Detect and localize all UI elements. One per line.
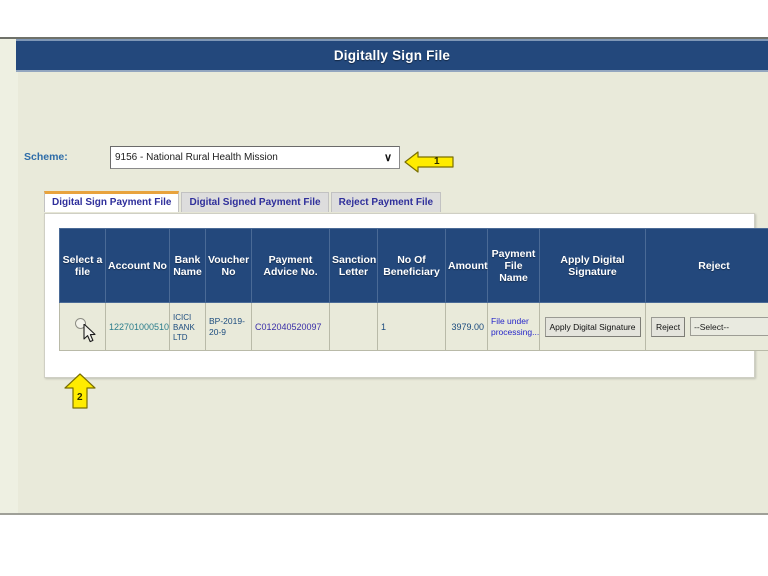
callout-arrow-1: 1 xyxy=(404,150,454,174)
apply-digital-signature-button[interactable]: Apply Digital Signature xyxy=(544,316,641,337)
cell-voucher-no: BP-2019-20-9 xyxy=(205,302,252,351)
tab-label: Digital Sign Payment File xyxy=(52,197,172,208)
column-header-sanction-letter: Sanction Letter xyxy=(329,228,378,303)
callout-number-1: 1 xyxy=(434,156,440,167)
cell-account-no: 122701000510 xyxy=(105,302,170,351)
tab-bar: Digital Sign Payment File Digital Signed… xyxy=(44,191,442,212)
cell-select-a-file[interactable] xyxy=(59,302,106,351)
amount-value: 3979.00 xyxy=(451,321,484,332)
payment-file-table-panel: Select a file Account No Bank Name Vouch… xyxy=(44,213,768,378)
tab-reject-payment-file[interactable]: Reject Payment File xyxy=(330,192,442,212)
account-no-value: 122701000510 xyxy=(109,321,170,332)
cell-payment-file-name[interactable]: File under processing... xyxy=(487,302,540,351)
bank-name-value: ICICI BANK LTD xyxy=(173,312,195,342)
cell-bank-name: ICICI BANK LTD xyxy=(169,302,206,351)
reject-reason-dropdown[interactable]: --Select-- ∨ xyxy=(690,317,768,336)
cell-reject: Reject --Select-- ∨ xyxy=(645,302,768,351)
no-of-beneficiary-value: 1 xyxy=(381,321,387,332)
column-header-reject: Reject xyxy=(645,228,768,303)
cell-apply-digital-signature: Apply Digital Signature xyxy=(539,302,646,351)
cell-sanction-letter xyxy=(329,302,378,351)
screenshot-root: Digitally Sign File Scheme: 9156 - Natio… xyxy=(0,0,768,576)
voucher-no-value: BP-2019-20-9 xyxy=(209,316,245,337)
arrow-left-icon xyxy=(404,151,454,173)
payment-file-name-link[interactable]: File under processing... xyxy=(491,316,539,337)
column-header-bank-name: Bank Name xyxy=(169,228,206,303)
column-header-account-no: Account No xyxy=(105,228,170,303)
cell-payment-advice-no: C012040520097 xyxy=(251,302,330,351)
tab-label: Reject Payment File xyxy=(338,197,434,208)
reject-reason-selected-value: --Select-- xyxy=(694,321,730,332)
payment-file-table: Select a file Account No Bank Name Vouch… xyxy=(59,228,768,351)
column-header-payment-file-name: Payment File Name xyxy=(487,228,540,303)
page-title: Digitally Sign File xyxy=(333,48,451,63)
callout-number-2: 2 xyxy=(77,392,83,403)
table-header-row: Select a file Account No Bank Name Vouch… xyxy=(59,228,768,303)
reject-button[interactable]: Reject xyxy=(651,316,686,337)
chevron-down-icon: ∨ xyxy=(383,152,393,164)
cell-amount: 3979.00 xyxy=(445,302,488,351)
callout-arrow-2: 2 xyxy=(64,373,96,409)
column-header-no-of-beneficiary: No Of Beneficiary xyxy=(377,228,446,303)
payment-advice-no-value: C012040520097 xyxy=(255,321,322,332)
scheme-label: Scheme: xyxy=(24,151,68,163)
column-header-amount: Amount xyxy=(445,228,488,303)
column-header-voucher-no: Voucher No xyxy=(205,228,252,303)
column-header-select-a-file: Select a file xyxy=(59,228,106,303)
scheme-row: Scheme: 9156 - National Rural Health Mis… xyxy=(0,146,768,172)
column-header-apply-digital-signature: Apply Digital Signature xyxy=(539,228,646,303)
arrow-up-icon xyxy=(64,373,96,409)
scheme-selected-value: 9156 - National Rural Health Mission xyxy=(115,152,278,163)
mouse-cursor-icon xyxy=(82,323,96,343)
cell-no-of-beneficiary: 1 xyxy=(377,302,446,351)
table-row: 122701000510 ICICI BANK LTD BP-2019-20-9… xyxy=(59,302,768,351)
column-header-payment-advice-no: Payment Advice No. xyxy=(251,228,330,303)
tab-digital-sign-payment-file[interactable]: Digital Sign Payment File xyxy=(44,191,180,212)
scheme-dropdown[interactable]: 9156 - National Rural Health Mission ∨ xyxy=(110,146,400,169)
tab-label: Digital Signed Payment File xyxy=(189,197,321,208)
page-title-banner: Digitally Sign File xyxy=(16,39,768,72)
tab-digital-signed-payment-file[interactable]: Digital Signed Payment File xyxy=(181,192,329,212)
